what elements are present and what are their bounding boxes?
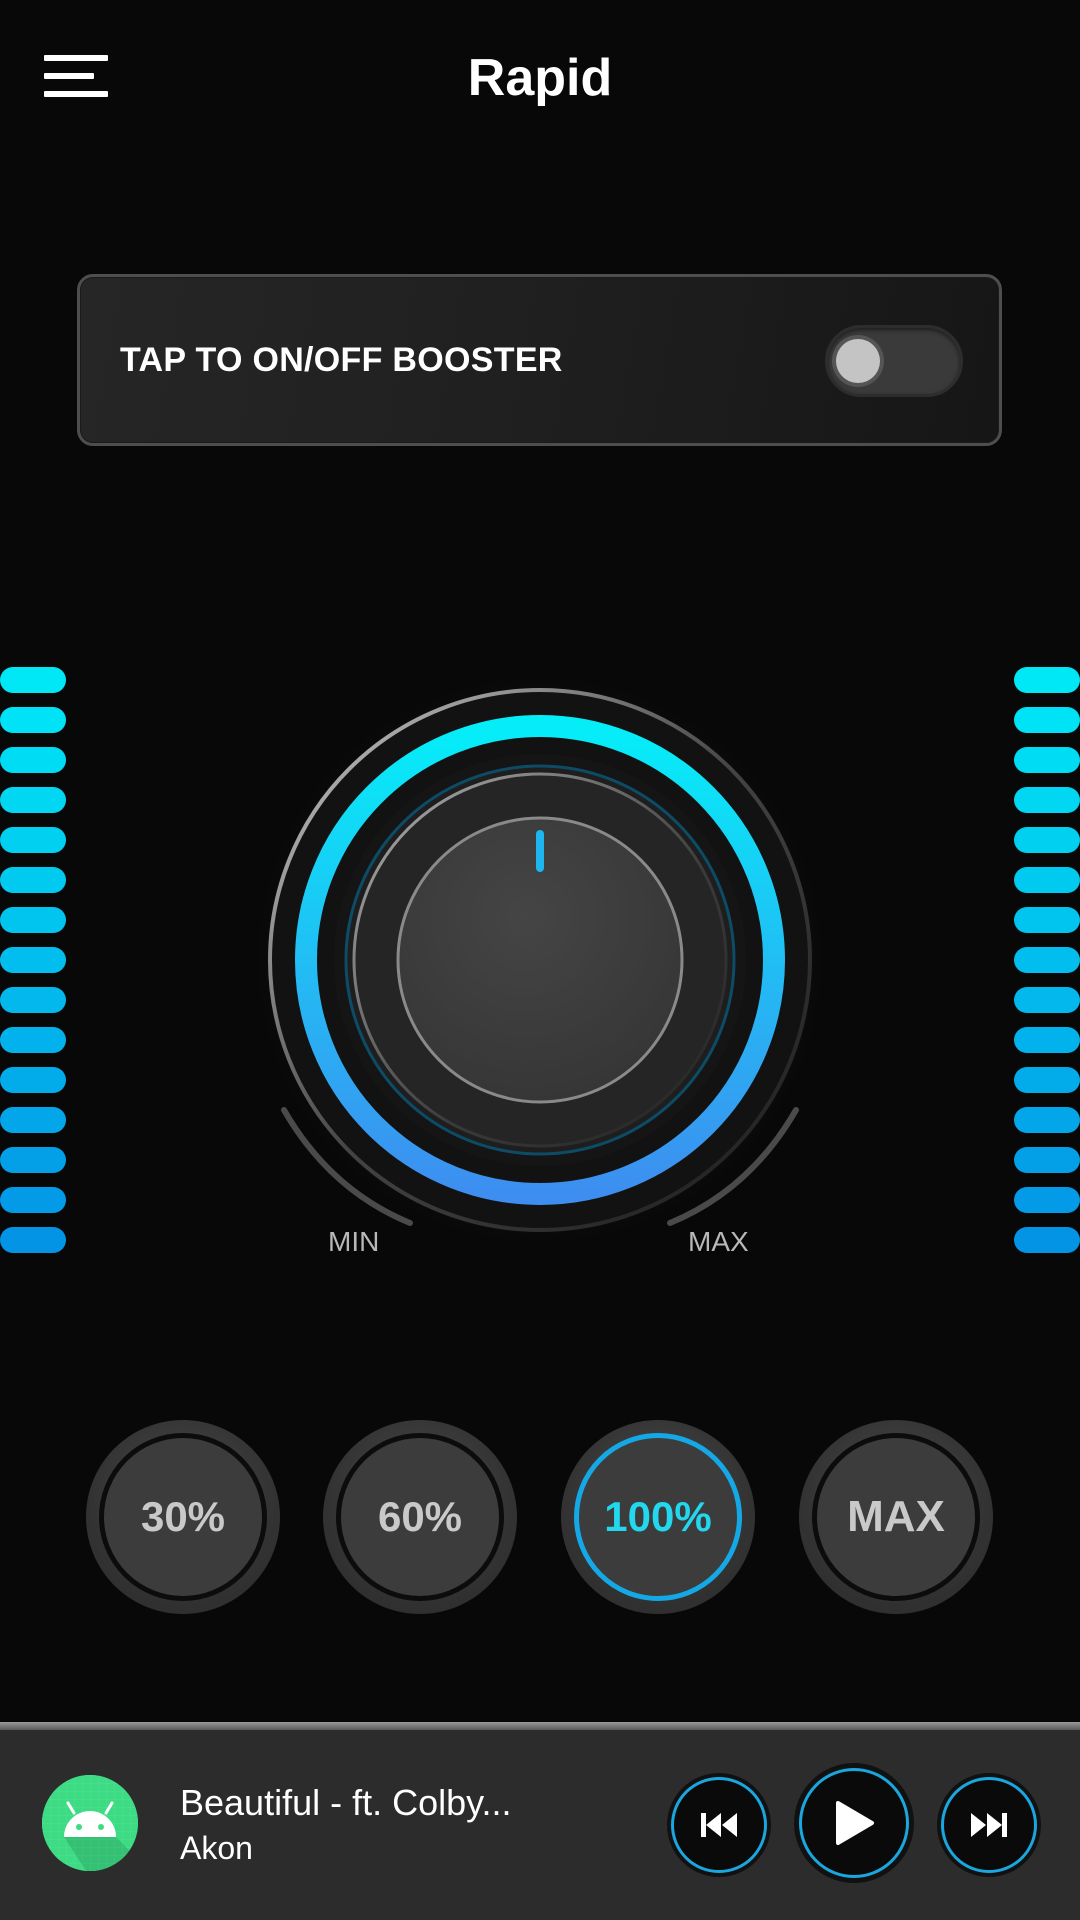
- meter-segment: [0, 747, 66, 773]
- meter-segment: [0, 707, 66, 733]
- booster-card[interactable]: TAP TO ON/OFF BOOSTER: [77, 274, 1002, 446]
- booster-label: TAP TO ON/OFF BOOSTER: [120, 341, 563, 379]
- app-title: Rapid: [467, 49, 613, 107]
- meter-segment: [0, 1227, 66, 1253]
- preset-30-button[interactable]: 30%: [86, 1420, 280, 1614]
- preset-label: 100%: [574, 1433, 742, 1601]
- track-title[interactable]: Beautiful - ft. Colby...: [180, 1782, 511, 1824]
- meter-segment: [0, 1147, 66, 1173]
- preset-label: 30%: [99, 1433, 267, 1601]
- next-button[interactable]: [941, 1777, 1037, 1873]
- meter-segment: [0, 947, 66, 973]
- meter-segment: [1014, 747, 1080, 773]
- meter-segment: [1014, 1147, 1080, 1173]
- meter-segment: [1014, 787, 1080, 813]
- track-artist: Akon: [180, 1830, 253, 1866]
- previous-button[interactable]: [671, 1777, 767, 1873]
- play-icon: [836, 1801, 874, 1845]
- volume-knob[interactable]: MIN MAX: [230, 660, 850, 1290]
- meter-segment: [1014, 867, 1080, 893]
- meter-segment: [0, 1067, 66, 1093]
- meter-segment: [1014, 1067, 1080, 1093]
- meter-segment: [1014, 907, 1080, 933]
- meter-segment: [1014, 987, 1080, 1013]
- knob-max-label: MAX: [688, 1226, 749, 1257]
- preset-60-button[interactable]: 60%: [323, 1420, 517, 1614]
- skip-next-icon: [971, 1813, 1007, 1837]
- level-meter-right: [1014, 667, 1080, 1267]
- meter-segment: [0, 987, 66, 1013]
- meter-segment: [1014, 827, 1080, 853]
- meter-segment: [0, 827, 66, 853]
- player-divider: [0, 1722, 1080, 1730]
- meter-segment: [1014, 1187, 1080, 1213]
- meter-segment: [0, 907, 66, 933]
- meter-segment: [0, 1027, 66, 1053]
- meter-segment: [1014, 707, 1080, 733]
- meter-segment: [1014, 667, 1080, 693]
- preset-max-button[interactable]: MAX: [799, 1420, 993, 1614]
- meter-segment: [0, 1107, 66, 1133]
- play-button[interactable]: [799, 1768, 909, 1878]
- preset-100-button[interactable]: 100%: [561, 1420, 755, 1614]
- meter-segment: [0, 867, 66, 893]
- preset-label: MAX: [812, 1433, 980, 1601]
- meter-segment: [1014, 947, 1080, 973]
- preset-label: 60%: [336, 1433, 504, 1601]
- level-meter-left: [0, 667, 66, 1267]
- skip-previous-icon: [701, 1813, 737, 1837]
- meter-segment: [1014, 1107, 1080, 1133]
- knob-min-label: MIN: [328, 1226, 380, 1257]
- toggle-thumb: [836, 339, 880, 383]
- meter-segment: [0, 787, 66, 813]
- meter-segment: [1014, 1027, 1080, 1053]
- meter-segment: [0, 667, 66, 693]
- mini-player[interactable]: Beautiful - ft. Colby... Akon: [0, 1730, 1080, 1920]
- meter-segment: [0, 1187, 66, 1213]
- knob-graphic: [240, 660, 840, 1260]
- meter-segment: [1014, 1227, 1080, 1253]
- album-art[interactable]: [42, 1775, 138, 1871]
- booster-toggle[interactable]: [825, 325, 963, 397]
- android-icon: [42, 1775, 138, 1871]
